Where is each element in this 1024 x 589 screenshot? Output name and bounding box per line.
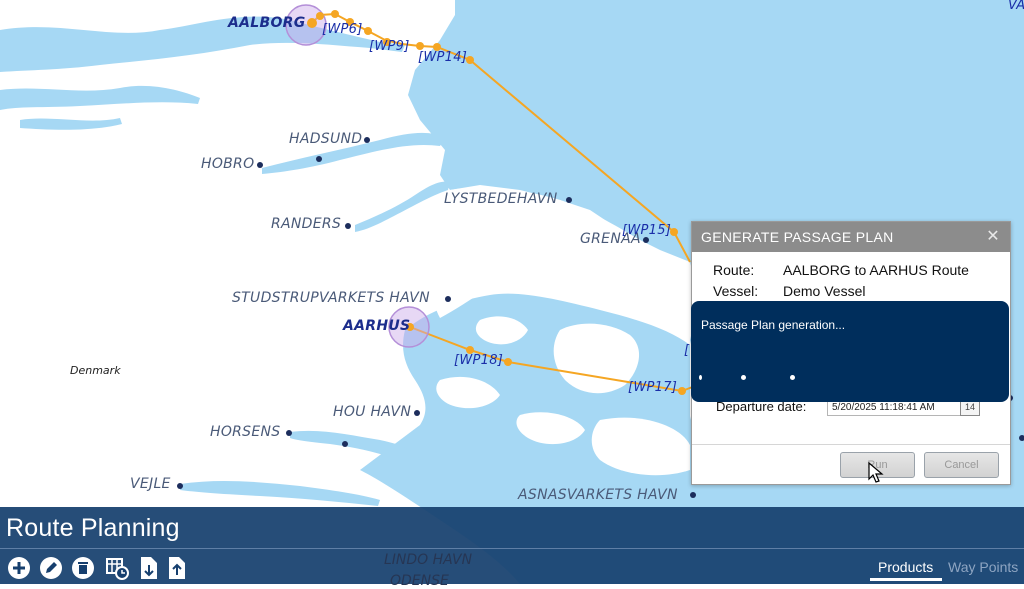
dialog-title: GENERATE PASSAGE PLAN — [701, 229, 894, 245]
waypoint-label: [ — [684, 343, 690, 358]
cancel-button[interactable]: Cancel — [924, 452, 999, 478]
port-label-randers: RANDERS — [271, 216, 342, 232]
route-value: AALBORG to AARHUS Route — [783, 262, 969, 278]
waypoint-label: VA — [1008, 0, 1024, 13]
port-label-aarhus: AARHUS — [343, 318, 411, 334]
waypoint-marker — [316, 12, 324, 20]
waypoint-marker — [416, 42, 424, 50]
tab-products[interactable]: Products — [878, 559, 933, 575]
waypoint-marker — [504, 358, 512, 366]
schedule-icon[interactable] — [104, 555, 130, 581]
dialog-titlebar: GENERATE PASSAGE PLAN ✕ — [692, 222, 1010, 252]
waypoint-marker — [364, 27, 372, 35]
port-marker — [342, 441, 348, 447]
progress-dot — [699, 375, 702, 380]
waypoint-marker — [670, 228, 678, 236]
port-label-hou: HOU HAVN — [333, 404, 412, 420]
waypoint-marker — [307, 18, 317, 28]
port-label-asnas: ASNASVARKETS HAVN — [518, 487, 678, 503]
port-label-lindo: LINDO HAVN — [384, 552, 473, 568]
port-marker — [177, 483, 183, 489]
port-marker — [316, 156, 322, 162]
port-marker — [257, 162, 263, 168]
port-label-vejle: VEJLE — [130, 476, 171, 492]
country-label: Denmark — [70, 364, 121, 377]
port-marker — [414, 410, 420, 416]
port-label-aalborg: AALBORG — [228, 15, 306, 31]
waypoint-label: [WP18] — [454, 353, 504, 368]
port-label-horsens: HORSENS — [210, 424, 281, 440]
panel-divider — [0, 548, 1024, 549]
port-label-hobro: HOBRO — [201, 156, 255, 172]
waypoint-marker — [678, 387, 686, 395]
mouse-cursor-icon — [868, 462, 884, 483]
waypoint-marker — [466, 56, 474, 64]
port-label-studstrup: STUDSTRUPVARKETS HAVN — [232, 290, 430, 306]
waypoint-label: [WP6] — [322, 22, 363, 37]
port-marker — [286, 430, 292, 436]
vessel-value: Demo Vessel — [783, 283, 866, 299]
active-tab-indicator — [870, 578, 942, 581]
port-marker — [445, 296, 451, 302]
vessel-label: Vessel: — [713, 283, 759, 299]
port-marker — [364, 137, 370, 143]
delete-icon[interactable] — [70, 555, 96, 581]
import-icon[interactable] — [136, 555, 162, 581]
progress-dot — [741, 375, 746, 380]
route-row: Route: AALBORG to AARHUS Route — [713, 262, 969, 278]
close-icon[interactable]: ✕ — [986, 222, 1000, 252]
waypoint-label: [WP15] — [622, 223, 672, 238]
waypoint-marker — [331, 10, 339, 18]
progress-message: Passage Plan generation... — [701, 318, 846, 332]
progress-dot — [790, 375, 795, 380]
vessel-row: Vessel: Demo Vessel — [713, 283, 865, 299]
route-label: Route: — [713, 262, 755, 278]
waypoint-label: [WP9] — [369, 39, 410, 54]
panel-title: Route Planning — [6, 514, 180, 542]
tab-way-points[interactable]: Way Points — [948, 559, 1018, 575]
progress-overlay: Passage Plan generation... — [691, 301, 1009, 402]
route-planning-panel: LINDO HAVN ODENSE Route Planning Product… — [0, 507, 1024, 589]
waypoint-label: [WP17] — [628, 380, 678, 395]
port-label-hadsund: HADSUND — [289, 131, 363, 147]
export-icon[interactable] — [164, 555, 190, 581]
waypoint-label: [WP14] — [418, 50, 468, 65]
add-icon[interactable] — [6, 555, 32, 581]
port-marker — [345, 223, 351, 229]
port-label-lystbedehavn: LYSTBEDEHAVN — [444, 191, 558, 207]
port-label-odense: ODENSE — [390, 573, 449, 589]
port-marker — [566, 197, 572, 203]
port-marker — [690, 492, 696, 498]
dialog-divider — [692, 444, 1010, 445]
edit-icon[interactable] — [38, 555, 64, 581]
